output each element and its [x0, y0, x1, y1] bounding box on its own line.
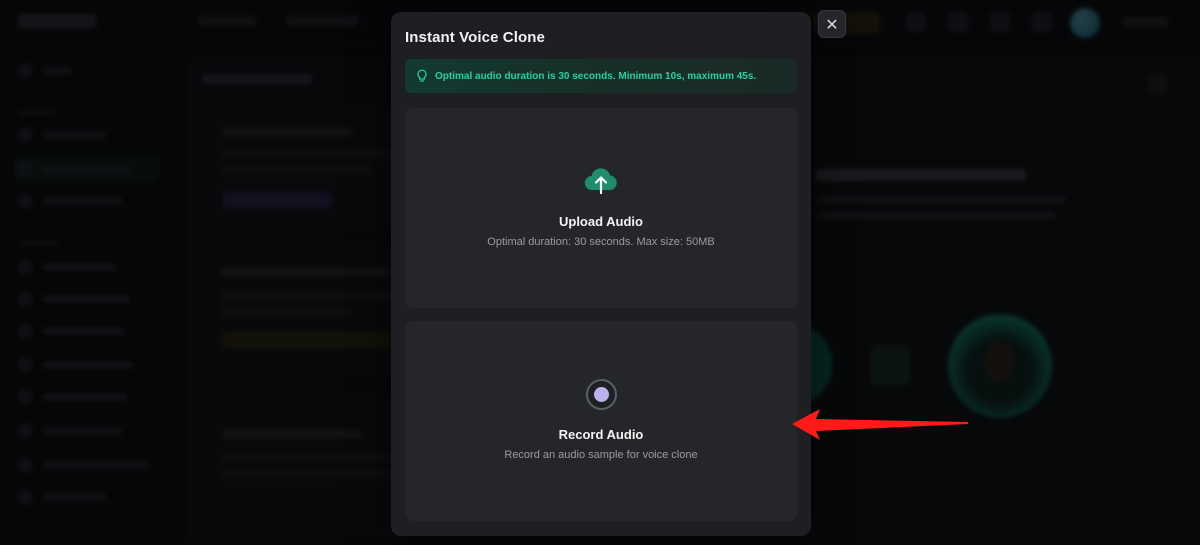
upload-audio-option[interactable]: Upload Audio Optimal duration: 30 second… — [405, 108, 797, 308]
close-icon: ✕ — [825, 14, 839, 34]
lightbulb-icon — [416, 69, 428, 83]
record-dot — [593, 387, 609, 402]
record-audio-subtitle: Record an audio sample for voice clone — [504, 449, 698, 461]
instant-voice-clone-dialog: Instant Voice Clone Optimal audio durati… — [391, 12, 811, 536]
record-audio-option[interactable]: Record Audio Record an audio sample for … — [405, 321, 797, 521]
cloud-upload-icon — [583, 164, 619, 196]
upload-audio-subtitle: Optimal duration: 30 seconds. Max size: … — [487, 236, 715, 248]
tip-text: Optimal audio duration is 30 seconds. Mi… — [435, 70, 757, 82]
record-icon — [585, 379, 617, 410]
close-dialog-button[interactable]: ✕ — [818, 10, 846, 38]
dialog-title: Instant Voice Clone — [405, 29, 545, 46]
annotation-arrow-icon — [792, 409, 968, 440]
record-audio-title: Record Audio — [558, 427, 644, 442]
upload-audio-title: Upload Audio — [558, 214, 643, 229]
duration-tip-banner: Optimal audio duration is 30 seconds. Mi… — [405, 59, 797, 93]
